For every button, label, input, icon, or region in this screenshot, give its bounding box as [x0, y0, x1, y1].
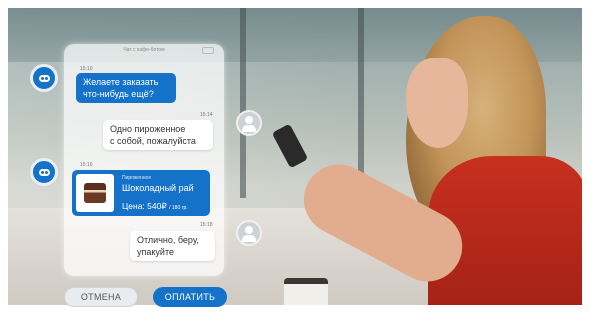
product-weight: / 180 гр. — [169, 205, 188, 211]
bot-avatar-icon — [30, 64, 58, 92]
cancel-button[interactable]: ОТМЕНА — [64, 287, 138, 307]
message-line: что-нибудь ещё? — [83, 89, 154, 99]
chat-header: Чат с кафе-ботом — [123, 47, 165, 53]
price-value: Цена: 540₽ — [122, 201, 167, 211]
user-avatar-icon — [236, 220, 262, 246]
user-avatar-icon — [236, 110, 262, 136]
window-frame — [240, 8, 246, 198]
smartphone — [271, 123, 309, 169]
bot-avatar-icon — [30, 158, 58, 186]
user-message: Одно пироженное с собой, пожалуйста — [103, 120, 213, 150]
message-line: Желаете заказать — [83, 77, 159, 87]
bot-message: Желаете заказать что-нибудь ещё? — [76, 73, 176, 103]
product-price: Цена: 540₽ / 180 гр. — [122, 201, 188, 212]
pay-button[interactable]: ОПЛАТИТЬ — [153, 287, 227, 307]
cake-icon — [76, 174, 114, 212]
coffee-cup — [284, 278, 328, 305]
message-time: 15:18 — [200, 222, 213, 228]
product-name: Шоколадный рай — [122, 183, 194, 193]
product-card[interactable]: Пироженное Шоколадный рай Цена: 540₽ / 1… — [72, 170, 210, 216]
message-time: 15:14 — [200, 112, 213, 118]
message-line: Отлично, беру, — [137, 235, 199, 245]
user-message: Отлично, беру, упакуйте — [130, 231, 215, 261]
message-line: упакуйте — [137, 247, 174, 257]
message-line: с собой, пожалуйста — [110, 136, 196, 146]
battery-icon — [202, 47, 214, 54]
product-category: Пироженное — [122, 175, 152, 181]
message-time: 15:16 — [80, 162, 93, 168]
message-line: Одно пироженное — [110, 124, 186, 134]
message-time: 15:10 — [80, 66, 93, 72]
woman-face — [406, 58, 468, 148]
